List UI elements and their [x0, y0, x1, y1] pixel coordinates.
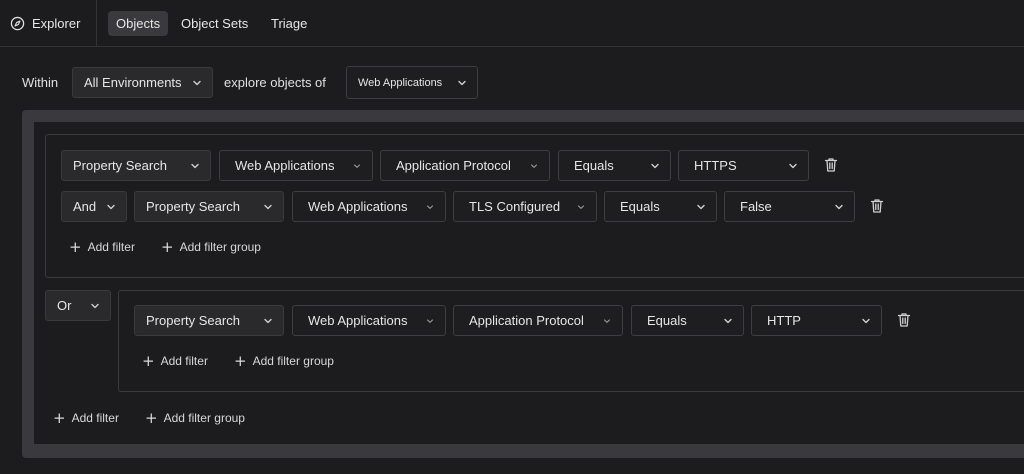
- chevron-down-icon: [192, 78, 202, 88]
- chevron-down-icon: [723, 316, 733, 326]
- property-value: TLS Configured: [469, 199, 561, 214]
- tab-triage[interactable]: Triage: [263, 11, 315, 36]
- chevron-down-icon: [106, 202, 116, 212]
- property-value: Application Protocol: [396, 158, 511, 173]
- property-search-select[interactable]: Property Search: [134, 305, 284, 336]
- conjunction-value: And: [73, 199, 97, 214]
- operator-value: Equals: [574, 158, 614, 173]
- explore-label: explore objects of: [224, 75, 326, 90]
- property-select[interactable]: Application Protocol: [453, 305, 623, 336]
- add-filter-label: Add filter: [87, 240, 135, 254]
- explorer-brand[interactable]: Explorer: [10, 12, 80, 34]
- chevron-down-icon: [90, 301, 100, 311]
- object-type-filter-value: Web Applications: [308, 199, 408, 214]
- plus-icon: +: [53, 409, 66, 427]
- object-type-filter-value: Web Applications: [235, 158, 335, 173]
- plus-icon: +: [145, 409, 158, 427]
- plus-icon: +: [142, 352, 155, 370]
- object-type-value: Web Applications: [358, 76, 443, 89]
- trash-icon[interactable]: [897, 312, 911, 328]
- object-type-filter-select[interactable]: Web Applications: [292, 191, 446, 222]
- operator-value: Equals: [620, 199, 660, 214]
- value-value: HTTP: [767, 313, 801, 328]
- add-filter-group-label: Add filter group: [252, 354, 334, 368]
- conjunction-select[interactable]: Or: [45, 290, 111, 321]
- value-select[interactable]: HTTP: [751, 305, 882, 336]
- chevron-down-icon: [425, 202, 435, 212]
- chevron-down-icon: [190, 161, 200, 171]
- add-filter-label: Add filter: [71, 411, 119, 425]
- object-type-filter-select[interactable]: Web Applications: [219, 150, 373, 181]
- chevron-down-icon: [602, 316, 612, 326]
- environment-value: All Environments: [84, 75, 182, 90]
- value-value: False: [740, 199, 772, 214]
- property-value: Application Protocol: [469, 313, 584, 328]
- brand-label: Explorer: [32, 15, 81, 31]
- property-search-value: Property Search: [73, 158, 167, 173]
- add-filter-button[interactable]: + Add filter: [53, 410, 119, 426]
- trash-icon[interactable]: [870, 198, 884, 214]
- chevron-down-icon: [834, 202, 844, 212]
- tab-objects[interactable]: Objects: [108, 11, 169, 36]
- operator-value: Equals: [647, 313, 687, 328]
- value-value: HTTPS: [694, 158, 737, 173]
- topbar-divider: [96, 0, 97, 47]
- chevron-down-icon: [263, 202, 273, 212]
- chevron-down-icon: [696, 202, 706, 212]
- chevron-down-icon: [352, 161, 362, 171]
- object-type-filter-value: Web Applications: [308, 313, 408, 328]
- add-filter-group-label: Add filter group: [163, 411, 245, 425]
- operator-select[interactable]: Equals: [631, 305, 744, 336]
- environment-select[interactable]: All Environments: [72, 67, 213, 98]
- property-select[interactable]: TLS Configured: [453, 191, 597, 222]
- add-filter-button[interactable]: + Add filter: [69, 239, 135, 255]
- top-bar: Explorer Objects Object Sets Triage: [0, 0, 1024, 47]
- plus-icon: +: [161, 238, 174, 256]
- conjunction-value: Or: [57, 298, 72, 313]
- plus-icon: +: [234, 352, 247, 370]
- compass-icon: [10, 16, 25, 30]
- chevron-down-icon: [457, 78, 467, 88]
- value-select[interactable]: HTTPS: [678, 150, 809, 181]
- property-search-value: Property Search: [146, 313, 240, 328]
- add-filter-label: Add filter: [160, 354, 208, 368]
- property-search-select[interactable]: Property Search: [61, 150, 211, 181]
- chevron-down-icon: [529, 161, 539, 171]
- object-type-filter-select[interactable]: Web Applications: [292, 305, 446, 336]
- add-filter-group-button[interactable]: + Add filter group: [234, 353, 334, 369]
- plus-icon: +: [69, 238, 82, 256]
- chevron-down-icon: [788, 161, 798, 171]
- within-label: Within: [22, 75, 59, 90]
- object-type-select[interactable]: Web Applications: [346, 66, 478, 99]
- operator-select[interactable]: Equals: [558, 150, 671, 181]
- tab-object-sets[interactable]: Object Sets: [173, 11, 256, 36]
- chevron-down-icon: [861, 316, 871, 326]
- conjunction-select[interactable]: And: [61, 191, 127, 222]
- add-filter-group-button[interactable]: + Add filter group: [145, 410, 245, 426]
- trash-icon[interactable]: [824, 157, 838, 173]
- operator-select[interactable]: Equals: [604, 191, 717, 222]
- chevron-down-icon: [650, 161, 660, 171]
- add-filter-button[interactable]: + Add filter: [142, 353, 208, 369]
- value-select[interactable]: False: [724, 191, 855, 222]
- chevron-down-icon: [576, 202, 586, 212]
- property-search-value: Property Search: [146, 199, 240, 214]
- property-search-select[interactable]: Property Search: [134, 191, 284, 222]
- add-filter-group-button[interactable]: + Add filter group: [161, 239, 261, 255]
- add-filter-group-label: Add filter group: [179, 240, 261, 254]
- chevron-down-icon: [425, 316, 435, 326]
- chevron-down-icon: [263, 316, 273, 326]
- property-select[interactable]: Application Protocol: [380, 150, 550, 181]
